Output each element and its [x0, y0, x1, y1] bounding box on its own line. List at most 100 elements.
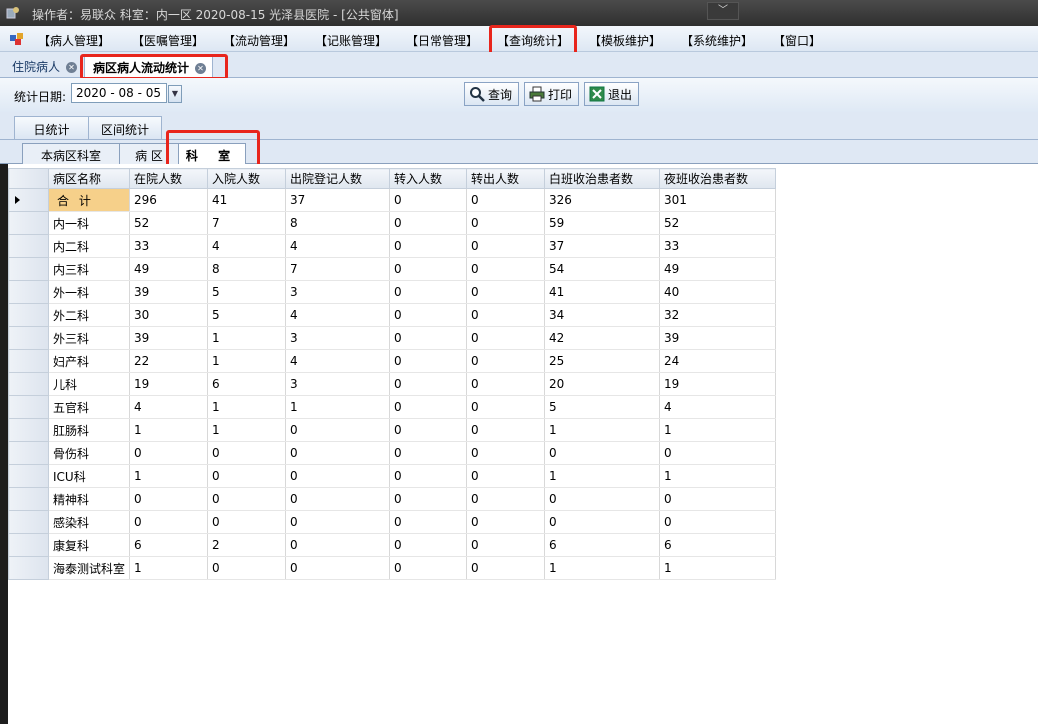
table-cell[interactable]: 1 — [207, 326, 287, 350]
column-header[interactable]: 入院人数 — [207, 168, 287, 189]
table-cell[interactable]: 49 — [129, 257, 209, 281]
table-cell[interactable]: 39 — [659, 326, 777, 350]
table-cell[interactable]: 0 — [389, 188, 468, 212]
table-cell[interactable]: 0 — [544, 510, 661, 534]
table-cell[interactable]: 内二科 — [48, 234, 131, 258]
table-cell[interactable]: 6 — [207, 372, 287, 396]
table-cell[interactable]: 0 — [466, 372, 546, 396]
table-cell[interactable]: 0 — [466, 303, 546, 327]
table-cell[interactable]: 0 — [129, 441, 209, 465]
table-cell[interactable]: 0 — [466, 418, 546, 442]
table-row[interactable]: 内二科 33 4 4 0 0 37 33 — [8, 234, 777, 258]
table-cell[interactable]: 0 — [389, 326, 468, 350]
table-cell[interactable]: 33 — [129, 234, 209, 258]
table-cell[interactable]: 0 — [207, 464, 287, 488]
table-cell[interactable]: 6 — [129, 533, 209, 557]
table-cell[interactable]: 0 — [466, 234, 546, 258]
table-cell[interactable]: 1 — [129, 556, 209, 580]
table-row[interactable]: 外一科 39 5 3 0 0 41 40 — [8, 280, 777, 304]
table-cell[interactable]: 1 — [285, 395, 391, 419]
table-cell[interactable]: 外一科 — [48, 280, 131, 304]
table-cell[interactable]: 33 — [659, 234, 777, 258]
table-cell[interactable]: 0 — [389, 303, 468, 327]
table-cell[interactable]: 5 — [207, 303, 287, 327]
table-cell[interactable]: 0 — [466, 280, 546, 304]
table-cell[interactable]: 24 — [659, 349, 777, 373]
table-row[interactable]: 精神科 0 0 0 0 0 0 0 — [8, 487, 777, 511]
table-cell[interactable]: 4 — [207, 234, 287, 258]
table-cell[interactable]: 0 — [466, 211, 546, 235]
table-corner-cell[interactable] — [8, 168, 49, 189]
table-cell[interactable]: 0 — [389, 234, 468, 258]
table-row[interactable]: 感染科 0 0 0 0 0 0 0 — [8, 510, 777, 534]
row-selector[interactable] — [8, 280, 49, 304]
table-cell[interactable]: 0 — [466, 441, 546, 465]
table-cell[interactable]: 0 — [207, 441, 287, 465]
table-cell[interactable]: 1 — [129, 418, 209, 442]
table-cell[interactable]: 0 — [207, 487, 287, 511]
table-cell[interactable]: 0 — [389, 487, 468, 511]
menu-query-statistics[interactable]: 【查询统计】 — [497, 32, 569, 49]
table-cell[interactable]: 0 — [389, 257, 468, 281]
table-cell[interactable]: 4 — [285, 303, 391, 327]
table-cell[interactable]: 0 — [389, 510, 468, 534]
table-row[interactable]: 合 计 296 41 37 0 0 326 301 — [8, 188, 777, 212]
row-selector[interactable] — [8, 441, 49, 465]
table-cell[interactable]: 合 计 — [48, 188, 131, 212]
row-selector[interactable] — [8, 395, 49, 419]
table-cell[interactable]: 精神科 — [48, 487, 131, 511]
table-row[interactable]: 肛肠科 1 1 0 0 0 1 1 — [8, 418, 777, 442]
table-cell[interactable]: 0 — [129, 487, 209, 511]
table-cell[interactable]: 肛肠科 — [48, 418, 131, 442]
row-selector[interactable] — [8, 464, 49, 488]
table-row[interactable]: ICU科 1 0 0 0 0 1 1 — [8, 464, 777, 488]
row-selector[interactable] — [8, 487, 49, 511]
row-selector[interactable] — [8, 372, 49, 396]
table-cell[interactable]: 0 — [466, 533, 546, 557]
table-cell[interactable]: 39 — [129, 280, 209, 304]
table-cell[interactable]: 1 — [544, 556, 661, 580]
table-cell[interactable]: 1 — [544, 464, 661, 488]
table-cell[interactable]: 5 — [544, 395, 661, 419]
table-cell[interactable]: 42 — [544, 326, 661, 350]
exit-button[interactable]: 退出 — [584, 82, 640, 106]
table-row[interactable]: 海泰测试科室 1 0 0 0 0 1 1 — [8, 556, 777, 580]
table-cell[interactable]: 40 — [659, 280, 777, 304]
table-cell[interactable]: 0 — [466, 395, 546, 419]
column-header[interactable]: 转入人数 — [389, 168, 468, 189]
menu-template-maintenance[interactable]: 【模板维护】 — [589, 32, 661, 49]
table-cell[interactable]: 1 — [207, 395, 287, 419]
table-row[interactable]: 外二科 30 5 4 0 0 34 32 — [8, 303, 777, 327]
table-cell[interactable]: 52 — [129, 211, 209, 235]
row-selector[interactable] — [8, 556, 49, 580]
table-cell[interactable]: 0 — [466, 556, 546, 580]
table-cell[interactable]: 32 — [659, 303, 777, 327]
table-cell[interactable]: 0 — [285, 487, 391, 511]
table-cell[interactable]: 0 — [466, 349, 546, 373]
table-cell[interactable]: 0 — [389, 372, 468, 396]
tab-daily-statistics[interactable]: 日统计 — [14, 116, 89, 140]
row-selector[interactable] — [8, 211, 49, 235]
table-cell[interactable]: 59 — [544, 211, 661, 235]
query-button[interactable]: 查询 — [464, 82, 520, 106]
table-cell[interactable]: 1 — [659, 418, 777, 442]
table-cell[interactable]: 4 — [285, 234, 391, 258]
menu-system-maintenance[interactable]: 【系统维护】 — [681, 32, 753, 49]
column-header[interactable]: 夜班收治患者数 — [659, 168, 777, 189]
table-cell[interactable]: 0 — [207, 510, 287, 534]
table-cell[interactable]: 1 — [129, 464, 209, 488]
table-cell[interactable]: 6 — [544, 533, 661, 557]
table-cell[interactable]: 0 — [466, 326, 546, 350]
chevron-down-icon[interactable]: ▼ — [168, 85, 182, 103]
table-cell[interactable]: 19 — [659, 372, 777, 396]
table-cell[interactable]: 41 — [207, 188, 287, 212]
tab-interval-statistics[interactable]: 区间统计 — [88, 116, 162, 140]
table-cell[interactable]: 康复科 — [48, 533, 131, 557]
table-row[interactable]: 内三科 49 8 7 0 0 54 49 — [8, 257, 777, 281]
table-cell[interactable]: 0 — [389, 533, 468, 557]
window-menu-icon[interactable] — [10, 33, 24, 45]
table-cell[interactable]: ICU科 — [48, 464, 131, 488]
row-selector[interactable] — [8, 510, 49, 534]
table-cell[interactable]: 3 — [285, 280, 391, 304]
table-cell[interactable]: 4 — [129, 395, 209, 419]
